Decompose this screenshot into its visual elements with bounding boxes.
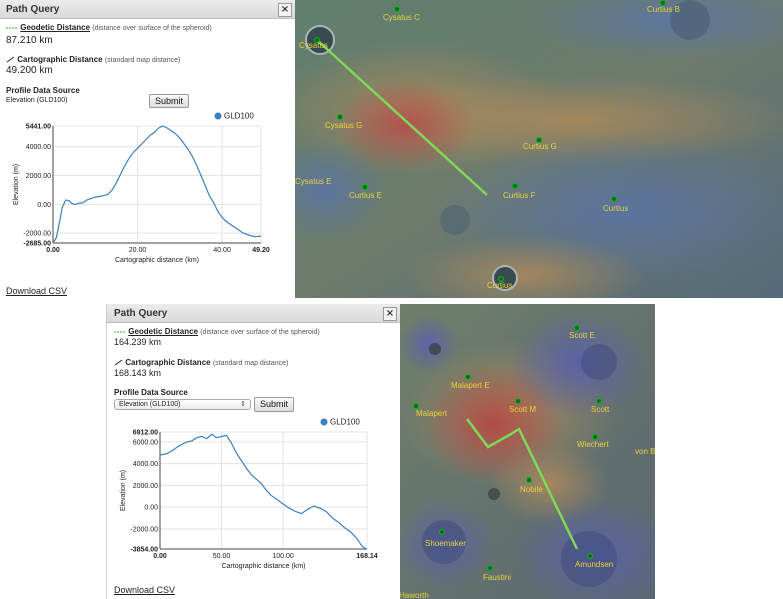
map-1-label: Curtius [603,204,628,213]
y-tick-label: 2000.00 [133,483,158,490]
geodetic-distance-value: 87.210 km [6,35,53,46]
cartographic-distance-title: Cartographic Distance [125,358,211,367]
y-tick-label: 2000.00 [26,173,51,180]
chevron-down-icon: ⇕ [240,401,246,408]
map-2-label: Malapert [416,409,448,418]
submit-button[interactable]: Submit [149,94,189,108]
map-1-label: Cysatus [299,41,328,50]
map-2-label: von B [635,447,655,456]
profile-data-source-value: Elevation (GLD100) [119,401,181,408]
path-query-panel-1: Path Query × Geodetic Distance (distance… [0,0,295,299]
map-2-label: Nobile [520,485,543,494]
y-tick-label: -2000.00 [130,526,158,533]
panel-1-close-icon[interactable]: × [278,3,292,17]
cartographic-distance-title: Cartographic Distance [17,55,103,64]
cartographic-line-icon [6,56,15,63]
x-tick-label: 20.00 [129,247,147,254]
panel-2-title: Path Query [114,308,168,319]
x-tick-label: 0.00 [153,553,167,560]
y-axis-label: Elevation (m) [120,470,127,511]
map-2-label: Malapert E [451,381,490,390]
geodetic-distance-value: 164.239 km [114,337,162,347]
profile-data-source-title: Profile Data Source [114,388,188,397]
cartographic-line-icon [114,359,123,366]
profile-data-source-title: Profile Data Source [6,86,80,95]
submit-button[interactable]: Submit [254,397,294,412]
map-1-label: Curtius E [349,191,382,200]
map-2-label: Shoemaker [425,539,466,548]
geodetic-distance-title[interactable]: Geodetic Distance [20,23,90,32]
y-tick-label: 5441.00 [26,124,51,131]
geodetic-distance-sub: (distance over surface of the spheroid) [92,25,212,32]
legend-label: GLD100 [224,112,254,121]
cartographic-distance-value: 168.143 km [114,368,162,378]
download-csv-link[interactable]: Download CSV [6,286,67,296]
map-1-label: Curtius B [647,5,680,14]
x-axis-label: Cartographic distance (km) [221,563,305,570]
map-view-2[interactable]: Scott E Malapert E Malapert Scott M Scot… [399,304,655,599]
y-tick-label: -2000.00 [23,231,51,238]
chart-2-plot-group: 6912.00 6000.00 4000.00 2000.00 0.00 -2000.00… [120,418,378,571]
profile-data-source-select[interactable]: Elevation (GLD100) [6,97,67,104]
map-2-label: Faustini [483,573,511,582]
map-2-label: Scott M [509,405,536,414]
profile-data-source-select[interactable]: Elevation (GLD100) ⇕ [114,399,251,410]
panel-2-header: Path Query × [107,304,400,323]
map-1-label: Cysatus C [383,13,420,22]
map-view-1[interactable]: Cysatus C Curtius B Cysatus Cysatus G Cu… [295,0,783,298]
cartographic-distance-row: Cartographic Distance (standard map dist… [6,55,180,64]
map-1-label: Curtius G [523,142,557,151]
x-tick-label: 0.00 [46,247,60,254]
map-2-label: Haworth [399,591,429,599]
map-2-label: Scott E [569,331,595,340]
x-tick-label: 168.14 [356,553,378,560]
y-tick-label: 6000.00 [133,439,158,446]
series-line-gld100 [159,433,368,551]
cartographic-distance-value: 49.200 km [6,65,53,76]
cartographic-distance-sub: (standard map distance) [104,57,181,64]
map-1-label: Cysatus E [295,177,331,186]
geodetic-distance-title[interactable]: Geodetic Distance [128,327,198,336]
cartographic-distance-sub: (standard map distance) [212,360,289,367]
x-tick-label: 40.00 [213,247,231,254]
series-line-gld100 [52,125,262,244]
y-tick-label: 0.00 [144,505,158,512]
y-axis-label: Elevation (m) [13,164,20,205]
map-2-label: Amundsen [575,560,613,569]
legend-marker [214,112,222,120]
map-1-canvas[interactable]: Cysatus C Curtius B Cysatus Cysatus G Cu… [295,0,783,298]
x-axis-label: Cartographic distance (km) [115,257,199,264]
download-csv-link[interactable]: Download CSV [114,585,175,595]
geodetic-line-icon [6,27,18,29]
geodetic-line-icon [114,331,126,333]
x-tick-label: 49.20 [252,247,270,254]
map-2-canvas[interactable]: Scott E Malapert E Malapert Scott M Scot… [399,304,655,599]
panel-1-header: Path Query × [0,0,295,19]
map-2-label: Wiechert [577,440,609,449]
panel-1-title: Path Query [6,4,60,15]
elevation-profile-chart-1: 5441.004000.002000.000.00-2000.00-2685.0… [13,112,270,265]
legend-label: GLD100 [330,418,360,427]
map-2-label: Scott [591,405,610,414]
y-tick-label: 4000.00 [133,461,158,468]
y-tick-label: 4000.00 [26,144,51,151]
x-tick-label: 100.00 [272,553,294,560]
map-1-label: Cysatus G [325,121,362,130]
y-tick-label: 6912.00 [133,430,158,437]
elevation-profile-chart-2: 6912.00 6000.00 4000.00 2000.00 0.00 -2000.00… [120,418,378,571]
geodetic-distance-sub: (distance over surface of the spheroid) [200,329,320,336]
map-1-label: Curtius F [503,191,536,200]
geodetic-distance-row: Geodetic Distance (distance over surface… [6,23,212,32]
path-query-panel-2: Path Query × Geodetic Distance (distance… [106,304,400,599]
geodetic-distance-row: Geodetic Distance (distance over surface… [114,327,320,336]
y-tick-label: 0.00 [37,202,51,209]
cartographic-distance-row: Cartographic Distance (standard map dist… [114,358,288,367]
x-tick-label: 50.00 [213,553,231,560]
panel-2-close-icon[interactable]: × [383,307,397,321]
legend-marker [320,418,328,426]
map-1-label: Curtius [487,281,512,290]
